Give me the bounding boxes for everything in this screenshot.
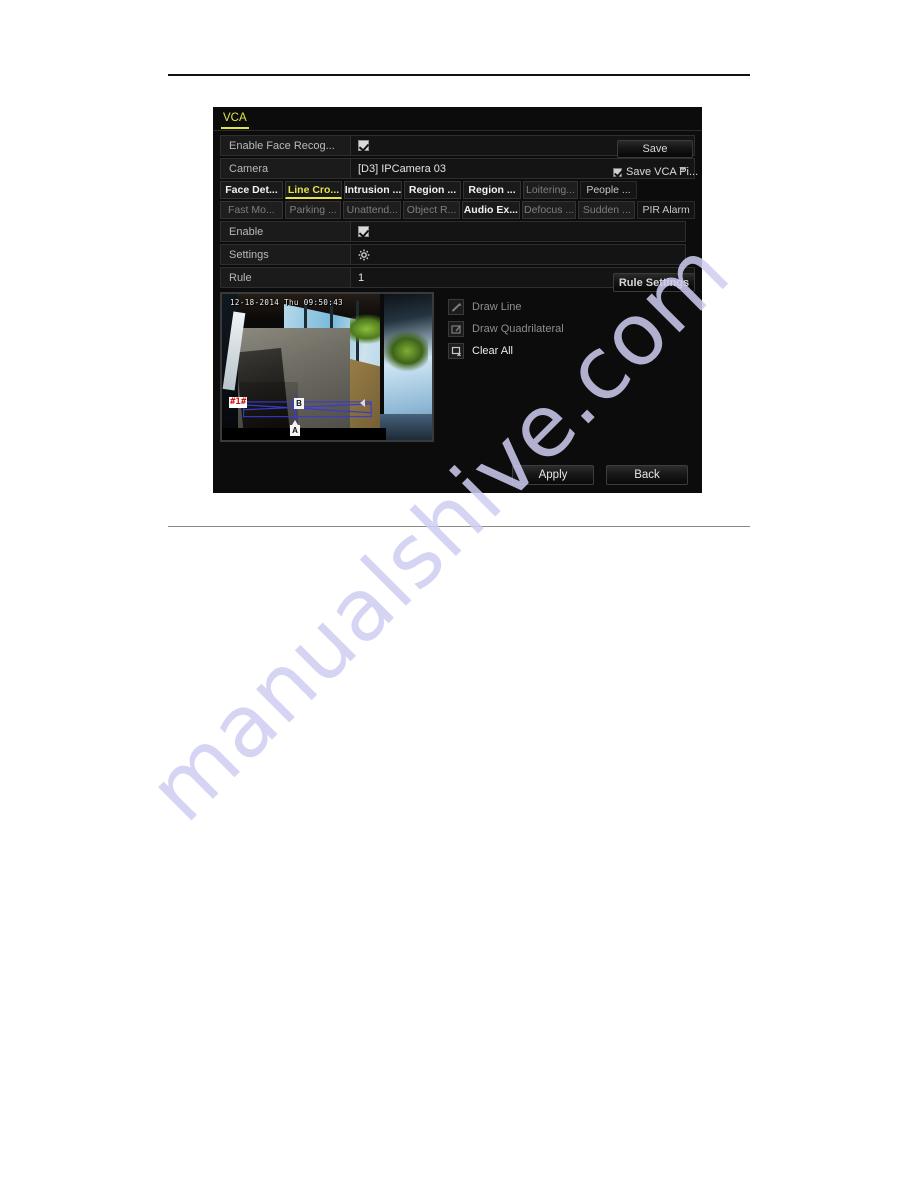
camera-select-value: [D3] IPCamera 03 (358, 162, 447, 175)
vca-feature-tab-grid: Face Det... Line Cro... Intrusion ... Re… (220, 181, 695, 219)
feature-tab-unattended-baggage[interactable]: Unattend... (343, 201, 402, 219)
row-settings: Settings (220, 244, 695, 265)
preview-rule-overlay (243, 395, 372, 424)
preview-marker-a[interactable]: A (290, 420, 300, 436)
value-settings (351, 244, 686, 265)
page-header-rule (168, 74, 750, 76)
feature-tab-pir-alarm[interactable]: PIR Alarm (637, 201, 695, 219)
panel-footer: Apply Back (213, 465, 702, 485)
feature-tab-audio-exception[interactable]: Audio Ex... (461, 201, 520, 219)
page-footer-rule (168, 526, 750, 527)
enable-checkbox[interactable] (358, 226, 369, 237)
label-camera: Camera (220, 158, 351, 179)
audio-indicator-icon (360, 399, 365, 407)
feature-tab-face-detection[interactable]: Face Det... (220, 181, 283, 199)
label-rule: Rule (220, 267, 351, 288)
tab-vca[interactable]: VCA (221, 111, 249, 129)
feature-tab-intrusion[interactable]: Intrusion ... (344, 181, 402, 199)
feature-tab-defocus[interactable]: Defocus ... (521, 201, 577, 219)
enable-face-recognition-checkbox[interactable] (358, 140, 369, 151)
draw-quadrilateral-icon (448, 321, 464, 337)
feature-tab-loitering[interactable]: Loitering... (523, 181, 578, 199)
vca-feature-tab-row-1: Face Det... Line Cro... Intrusion ... Re… (220, 181, 695, 199)
draw-quadrilateral-label: Draw Quadrilateral (472, 323, 564, 335)
clear-all-tool[interactable]: Clear All (448, 340, 564, 362)
feature-tab-sudden-scene-change[interactable]: Sudden ... (578, 201, 636, 219)
feature-tab-line-crossing[interactable]: Line Cro... (285, 181, 342, 199)
feature-tab-fast-moving[interactable]: Fast Mo... (220, 201, 283, 219)
feature-tab-region-entrance[interactable]: Region ... (404, 181, 461, 199)
feature-tab-region-exiting[interactable]: Region ... (463, 181, 521, 199)
label-settings: Settings (220, 244, 351, 265)
preview-marker-b[interactable]: B (294, 398, 304, 409)
gear-icon[interactable] (358, 249, 370, 261)
back-button[interactable]: Back (606, 465, 688, 485)
feature-tab-object-removal[interactable]: Object R... (403, 201, 460, 219)
save-vca-picture-label: Save VCA Pi... (626, 166, 699, 178)
rule-settings-button[interactable]: Rule Settings (613, 273, 695, 292)
save-vca-picture-checkbox[interactable] (613, 167, 622, 177)
draw-line-tool[interactable]: Draw Line (448, 296, 564, 318)
save-vca-picture-option[interactable]: Save VCA Pi... (613, 166, 698, 178)
camera-preview[interactable]: 12-18-2014 Thu 09:50:43 #1# B A (220, 292, 434, 442)
row-enable: Enable (220, 221, 695, 242)
label-enable-face-recognition: Enable Face Recog... (220, 135, 351, 156)
panel-tabstrip: VCA (213, 107, 702, 131)
clear-all-icon (448, 343, 464, 359)
draw-line-label: Draw Line (472, 301, 522, 313)
feature-tab-parking[interactable]: Parking ... (284, 201, 342, 219)
vca-feature-tab-row-2: Fast Mo... Parking ... Unattend... Objec… (220, 201, 695, 219)
preview-and-tools: 12-18-2014 Thu 09:50:43 #1# B A Draw Lin… (220, 292, 695, 442)
page-watermark: manualshive.com (50, 222, 910, 1090)
feature-tab-people-gathering[interactable]: People ... (580, 181, 637, 199)
preview-timestamp: 12-18-2014 Thu 09:50:43 (230, 298, 344, 307)
preview-rule-badge: #1# (229, 397, 248, 408)
rule-select-value: 1 (358, 271, 365, 284)
apply-button[interactable]: Apply (512, 465, 594, 485)
value-enable (351, 221, 686, 242)
label-enable: Enable (220, 221, 351, 242)
save-button[interactable]: Save (617, 140, 693, 158)
draw-tools-list: Draw Line Draw Quadrilateral Clear All (448, 292, 564, 442)
vca-settings-panel: VCA Enable Face Recog... Camera [D3] IPC… (213, 107, 702, 493)
draw-quadrilateral-tool[interactable]: Draw Quadrilateral (448, 318, 564, 340)
clear-all-label: Clear All (472, 345, 513, 357)
draw-line-icon (448, 299, 464, 315)
